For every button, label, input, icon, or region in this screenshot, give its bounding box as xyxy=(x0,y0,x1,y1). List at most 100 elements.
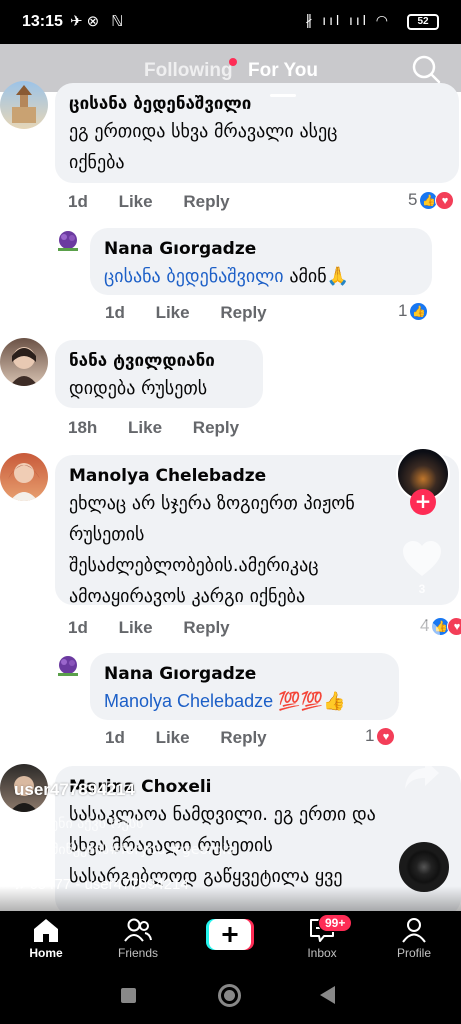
video-content[interactable]: ცისანა ბედენაშვილი ეგ ერთიდა სხვა მრავალ… xyxy=(0,44,461,911)
mention-link[interactable]: Manolya Chelebadze xyxy=(104,691,273,711)
save-count: 1 xyxy=(418,730,426,744)
save-action[interactable]: 1 xyxy=(397,688,447,744)
feed-tabs: Following For You xyxy=(0,58,461,97)
love-reaction-icon: ♥ xyxy=(435,190,455,210)
signal-wifi-icons: ∦ ııl ııl ◠ xyxy=(305,12,391,28)
follow-button[interactable]: + xyxy=(410,489,436,515)
reaction-count[interactable]: 1 👍 xyxy=(398,301,429,321)
comment-author[interactable]: ნანა ტვილდიანი xyxy=(69,349,249,373)
comment-bubble: ნანა ტვილდიანი დიდება რუსეთს xyxy=(55,340,263,408)
reaction-count[interactable]: 1 ♥ xyxy=(365,726,396,746)
reaction-number: 1 xyxy=(365,726,375,745)
new-content-dot xyxy=(229,58,237,66)
status-bar: 13:15 ✈⊗ ℕ ∦ ııl ııl ◠ 52 xyxy=(0,0,461,44)
comment-time: 18h xyxy=(68,418,98,437)
reply-link[interactable]: Reply xyxy=(183,192,229,211)
back-button[interactable] xyxy=(320,986,335,1004)
comment-actions: 18h Like Reply xyxy=(68,418,265,438)
nav-profile[interactable]: Profile xyxy=(374,917,454,960)
system-nav xyxy=(0,969,461,1024)
comment-text: შესაძლებლობების.ამერიკაც xyxy=(69,555,319,576)
comment-author[interactable]: Nana Gıorgadze xyxy=(104,662,385,686)
comment-bubble: Nana Gıorgadze ცისანა ბედენაშვილი ამინ🙏 xyxy=(90,228,432,295)
avatar xyxy=(0,338,48,386)
comment-text-part: ამინ xyxy=(283,266,327,287)
avatar xyxy=(52,651,84,683)
reaction-number: 1 xyxy=(398,301,408,320)
like-link[interactable]: Like xyxy=(119,618,153,637)
share-action[interactable] xyxy=(397,758,447,796)
comment-bubble: ცისანა ბედენაშვილი ეგ ერთიდა სხვა მრავალ… xyxy=(55,83,459,183)
comment-author[interactable]: ცისანა ბედენაშვილი xyxy=(69,92,445,116)
comment-emoji: 🙏 xyxy=(326,266,350,287)
video-sound[interactable]: ♫ 65477 - user477894214 xyxy=(14,876,189,893)
comment-author[interactable]: Manolya Chelebadze xyxy=(69,464,445,488)
comment-actions: 1d Like Reply xyxy=(68,618,256,638)
like-link[interactable]: Like xyxy=(128,418,162,437)
create-button[interactable] xyxy=(206,919,254,950)
like-count: 3 xyxy=(418,582,426,596)
status-time: 13:15 xyxy=(22,13,63,30)
reply-link[interactable]: Reply xyxy=(193,418,239,437)
comment-text: ეხლაც არ სჯერა ზოგიერთ პიჟონ xyxy=(69,493,355,514)
comment-text: ცისანა ბედენაშვილი ამინ🙏 xyxy=(104,261,418,292)
flower-icon xyxy=(58,656,78,676)
nav-home-label: Home xyxy=(29,946,63,960)
reply-link[interactable]: Reply xyxy=(220,303,266,322)
comment-text: დიდება რუსეთს xyxy=(69,378,208,399)
person-icon xyxy=(8,463,40,501)
comment-time: 1d xyxy=(105,303,125,322)
comment-icon xyxy=(404,620,440,654)
tab-for-you[interactable]: For You xyxy=(248,60,318,82)
like-link[interactable]: Like xyxy=(119,192,153,211)
video-username[interactable]: user477894214 xyxy=(14,780,135,800)
comment-bubble: Nana Gıorgadze Manolya Chelebadze 💯💯👍 xyxy=(90,653,399,720)
like-link[interactable]: Like xyxy=(156,303,190,322)
comment-text: იქნება xyxy=(69,152,125,173)
love-reaction-icon: ♥ xyxy=(447,616,461,636)
recents-button[interactable] xyxy=(121,988,136,1003)
tab-following[interactable]: Following xyxy=(144,60,233,82)
nav-home[interactable]: Home xyxy=(6,917,86,960)
comment-text: Manolya Chelebadze 💯💯👍 xyxy=(104,686,385,717)
comment-emoji: 💯💯👍 xyxy=(278,691,346,711)
home-icon xyxy=(34,919,58,942)
plus-icon xyxy=(206,919,254,950)
reply-link[interactable]: Reply xyxy=(183,618,229,637)
sound-disc[interactable] xyxy=(399,842,449,892)
search-icon xyxy=(412,55,441,84)
profile-icon xyxy=(402,918,426,943)
like-reaction-icon: 👍 xyxy=(409,301,429,321)
video-caption: რამდენი აქვს რუსს xyxy=(14,816,144,832)
notification-icons: ✈⊗ ℕ xyxy=(70,13,128,30)
reaction-number: 5 xyxy=(408,190,418,209)
nav-friends[interactable]: Friends xyxy=(98,917,178,960)
comment-text: ეგ ერთიდა სხვა მრავალი ასეც xyxy=(69,121,338,142)
comment-actions: 1d Like Reply xyxy=(68,192,256,212)
comment-author[interactable]: Nana Gıorgadze xyxy=(104,237,418,261)
comment-text: ამოაყირავოს კარგი იქნება xyxy=(69,586,306,607)
like-link[interactable]: Like xyxy=(156,728,190,747)
comment-action[interactable]: 2 xyxy=(397,618,447,674)
battery-icon: 52 xyxy=(407,14,439,30)
comment-time: 1d xyxy=(68,192,88,211)
reaction-count[interactable]: 5 👍 ♥ xyxy=(408,190,455,210)
comment-count: 2 xyxy=(418,660,426,674)
person-icon xyxy=(10,347,38,386)
video-caption-hashtags[interactable]: დედამიწყების#foryou #georgia xyxy=(14,842,235,858)
inbox-badge: 99+ xyxy=(318,914,353,932)
comment-time: 1d xyxy=(68,618,88,637)
like-action[interactable]: 3 xyxy=(397,540,447,596)
flower-icon xyxy=(58,231,78,251)
church-icon xyxy=(12,85,36,123)
comment-actions: 1d Like Reply xyxy=(105,303,293,323)
comment-time: 1d xyxy=(105,728,125,747)
search-button[interactable] xyxy=(411,54,441,84)
love-reaction-icon: ♥ xyxy=(376,726,396,746)
friends-icon xyxy=(124,918,152,942)
reply-link[interactable]: Reply xyxy=(220,728,266,747)
mention-link[interactable]: ცისანა ბედენაშვილი xyxy=(104,266,284,287)
nav-profile-label: Profile xyxy=(396,946,431,960)
avatar xyxy=(0,453,48,501)
home-system-button[interactable] xyxy=(218,984,241,1007)
